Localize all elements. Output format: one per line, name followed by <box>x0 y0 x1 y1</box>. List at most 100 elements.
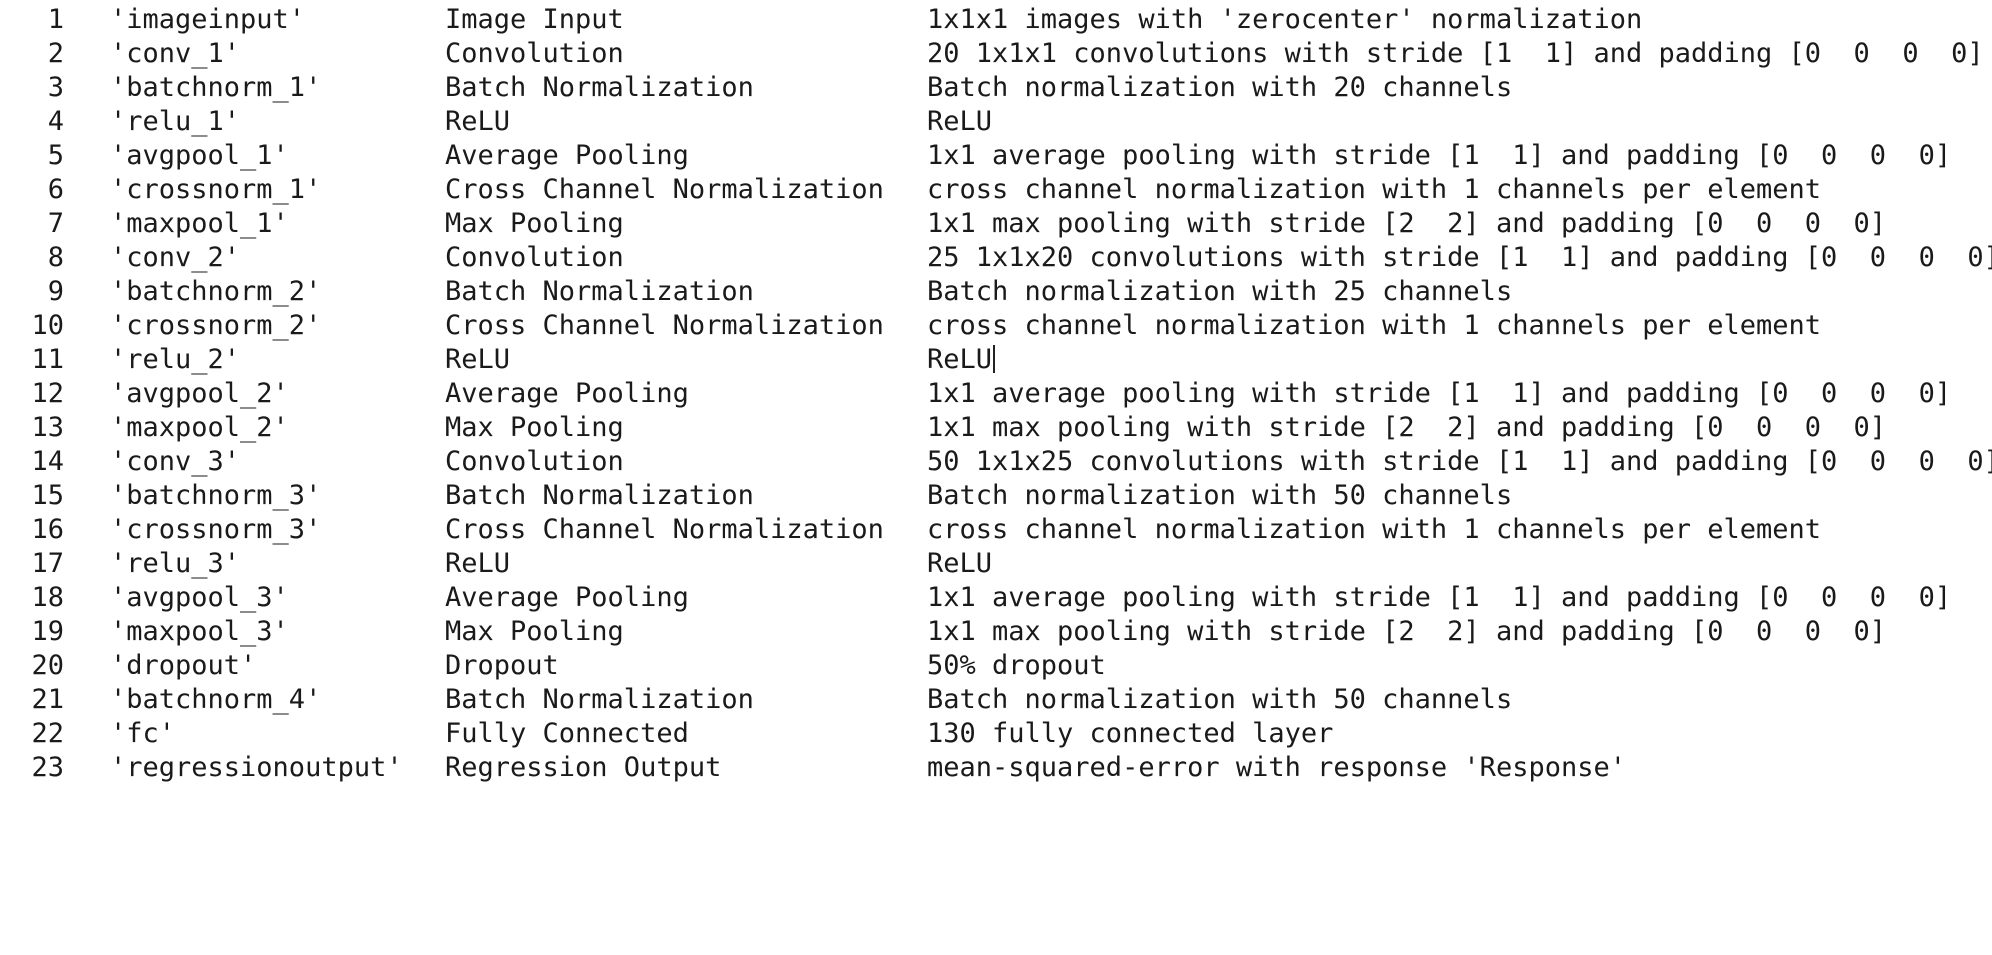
layer-name: 'conv_3' <box>110 446 241 477</box>
layer-row: 3 'batchnorm_1' Batch Normalization Batc… <box>0 71 1992 105</box>
layer-type: Fully Connected <box>445 718 689 749</box>
layer-description: Batch normalization with 25 channels <box>927 276 1513 307</box>
layer-row: 13 'maxpool_2' Max Pooling 1x1 max pooli… <box>0 411 1992 445</box>
layer-description-with-cursor[interactable]: ReLU <box>927 343 996 377</box>
layer-list: 1 'imageinput' Image Input 1x1x1 images … <box>0 3 1992 785</box>
layer-row: 14 'conv_3' Convolution 50 1x1x25 convol… <box>0 445 1992 479</box>
layer-description: 1x1 max pooling with stride [2 2] and pa… <box>927 412 1887 443</box>
layer-name: 'batchnorm_2' <box>110 276 322 307</box>
layer-name: 'dropout' <box>110 650 257 681</box>
layer-name: 'batchnorm_1' <box>110 72 322 103</box>
layer-type: Convolution <box>445 38 624 69</box>
layer-index: 9 <box>47 276 64 307</box>
layer-description: 1x1 max pooling with stride [2 2] and pa… <box>927 616 1887 647</box>
layer-name: 'relu_3' <box>110 548 241 579</box>
layer-name: 'batchnorm_4' <box>110 684 322 715</box>
layer-type: Cross Channel Normalization <box>445 514 884 545</box>
layer-row: 9 'batchnorm_2' Batch Normalization Batc… <box>0 275 1992 309</box>
layer-type: Convolution <box>445 446 624 477</box>
layer-index: 3 <box>47 72 64 103</box>
layer-name: 'conv_2' <box>110 242 241 273</box>
layer-row: 19 'maxpool_3' Max Pooling 1x1 max pooli… <box>0 615 1992 649</box>
layer-description: mean-squared-error with response 'Respon… <box>927 752 1626 783</box>
layer-name: 'relu_1' <box>110 106 241 137</box>
layer-type: Convolution <box>445 242 624 273</box>
layer-index: 16 <box>31 514 64 545</box>
layer-row: 7 'maxpool_1' Max Pooling 1x1 max poolin… <box>0 207 1992 241</box>
layer-name: 'conv_1' <box>110 38 241 69</box>
layer-name: 'fc' <box>110 718 176 749</box>
layer-name: 'avgpool_3' <box>110 582 289 613</box>
layer-index: 18 <box>31 582 64 613</box>
layer-name: 'crossnorm_2' <box>110 310 322 341</box>
layer-type: Average Pooling <box>445 378 689 409</box>
layer-row: 22 'fc' Fully Connected 130 fully connec… <box>0 717 1992 751</box>
layer-row: 15 'batchnorm_3' Batch Normalization Bat… <box>0 479 1992 513</box>
layer-row: 20 'dropout' Dropout 50% dropout <box>0 649 1992 683</box>
layer-row: 18 'avgpool_3' Average Pooling 1x1 avera… <box>0 581 1992 615</box>
layer-row: 10 'crossnorm_2' Cross Channel Normaliza… <box>0 309 1992 343</box>
layer-type: Dropout <box>445 650 559 681</box>
layer-type: Max Pooling <box>445 208 624 239</box>
layer-name: 'imageinput' <box>110 4 306 35</box>
layer-index: 4 <box>47 106 64 137</box>
layer-description: 50% dropout <box>927 650 1106 681</box>
layer-index: 12 <box>31 378 64 409</box>
layer-row: 1 'imageinput' Image Input 1x1x1 images … <box>0 3 1992 37</box>
layer-description: ReLU <box>927 106 993 137</box>
layer-index: 11 <box>31 344 64 375</box>
layer-row: 17 'relu_3' ReLU ReLU <box>0 547 1992 581</box>
layer-type: Average Pooling <box>445 582 689 613</box>
layer-description: 20 1x1x1 convolutions with stride [1 1] … <box>927 38 1984 69</box>
layer-type: Average Pooling <box>445 140 689 171</box>
layer-name: 'avgpool_1' <box>110 140 289 171</box>
layer-index: 22 <box>31 718 64 749</box>
layer-name: 'crossnorm_1' <box>110 174 322 205</box>
layer-index: 5 <box>47 140 64 171</box>
layer-row: 6 'crossnorm_1' Cross Channel Normalizat… <box>0 173 1992 207</box>
layer-description: 1x1x1 images with 'zerocenter' normaliza… <box>927 4 1643 35</box>
layer-index: 7 <box>47 208 64 239</box>
layer-type: ReLU <box>445 106 511 137</box>
layer-type: Regression Output <box>445 752 722 783</box>
layer-type: Cross Channel Normalization <box>445 174 884 205</box>
layer-row: 8 'conv_2' Convolution 25 1x1x20 convolu… <box>0 241 1992 275</box>
layer-description: cross channel normalization with 1 chann… <box>927 514 1822 545</box>
layer-index: 17 <box>31 548 64 579</box>
layer-index: 2 <box>47 38 64 69</box>
layer-index: 15 <box>31 480 64 511</box>
layer-type: Max Pooling <box>445 616 624 647</box>
layer-type: Max Pooling <box>445 412 624 443</box>
layer-type: ReLU <box>445 344 511 375</box>
layer-description: ReLU <box>927 344 993 375</box>
layer-type: Cross Channel Normalization <box>445 310 884 341</box>
layer-type: Batch Normalization <box>445 72 754 103</box>
layer-row: 16 'crossnorm_3' Cross Channel Normaliza… <box>0 513 1992 547</box>
layer-description: 1x1 average pooling with stride [1 1] an… <box>927 140 1952 171</box>
layer-index: 1 <box>47 4 64 35</box>
layer-description: 50 1x1x25 convolutions with stride [1 1]… <box>927 446 1992 477</box>
layer-description: Batch normalization with 20 channels <box>927 72 1513 103</box>
layer-description: ReLU <box>927 548 993 579</box>
layer-index: 21 <box>31 684 64 715</box>
layer-index: 20 <box>31 650 64 681</box>
layer-description: Batch normalization with 50 channels <box>927 684 1513 715</box>
layer-description: cross channel normalization with 1 chann… <box>927 174 1822 205</box>
text-cursor <box>993 345 996 373</box>
layer-index: 10 <box>31 310 64 341</box>
layer-name: 'avgpool_2' <box>110 378 289 409</box>
layer-index: 8 <box>47 242 64 273</box>
layer-row: 5 'avgpool_1' Average Pooling 1x1 averag… <box>0 139 1992 173</box>
layer-description: Batch normalization with 50 channels <box>927 480 1513 511</box>
layer-index: 13 <box>31 412 64 443</box>
layer-type: Batch Normalization <box>445 480 754 511</box>
layer-name: 'batchnorm_3' <box>110 480 322 511</box>
layer-description: 1x1 average pooling with stride [1 1] an… <box>927 582 1952 613</box>
layer-row: 23 'regressionoutput' Regression Output … <box>0 751 1992 785</box>
layer-type: Batch Normalization <box>445 276 754 307</box>
layer-description: cross channel normalization with 1 chann… <box>927 310 1822 341</box>
layer-index: 23 <box>31 752 64 783</box>
layer-description: 25 1x1x20 convolutions with stride [1 1]… <box>927 242 1992 273</box>
layer-type: ReLU <box>445 548 511 579</box>
layer-name: 'maxpool_3' <box>110 616 289 647</box>
